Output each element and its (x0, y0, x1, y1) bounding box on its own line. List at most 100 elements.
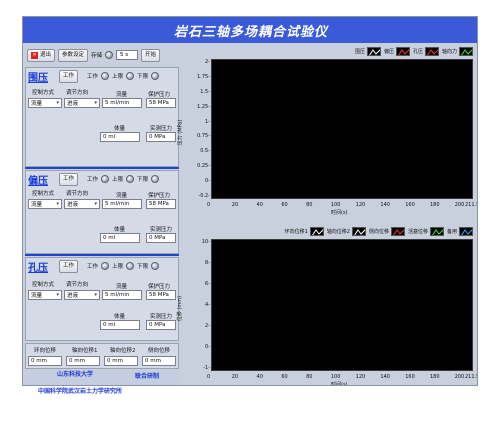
legend-swatch (459, 226, 473, 236)
left-control-column: ✕ 退出 参数设定 存储 5 s 开始 围压 工作 工作 上限 下限 控制方式 … (25, 45, 179, 385)
legend-item: 环向位移1 (284, 226, 324, 236)
legend-item: 围压 (355, 46, 381, 56)
chevron-down-icon: ▾ (94, 292, 97, 298)
legend-label: 轴向力 (441, 48, 457, 55)
interval-input[interactable]: 5 s (116, 50, 139, 60)
y-tick-label: 0.25- (197, 163, 210, 170)
y-tick-label: 0.5- (200, 148, 210, 155)
panel-confining: 围压 工作 工作 上限 下限 控制方式 调节方向 流量 保护压力 流量 ▾ 进液 ▾… (25, 67, 179, 167)
dir-value: 进液 (67, 101, 79, 107)
ctrl-mode-select[interactable]: 流量 ▾ (28, 98, 62, 108)
legend-item: 侧向位移 (368, 226, 405, 236)
ctrl-mode-label: 控制方式 (32, 191, 55, 197)
led-label: 下限 (137, 177, 149, 183)
flow-input[interactable]: 5 ml/min (102, 199, 142, 209)
ctrl-mode-select[interactable]: 流量 ▾ (28, 199, 62, 209)
legend-label: 侧向位移 (368, 228, 389, 235)
volume-label: 体量 (114, 227, 126, 233)
protect-input[interactable]: 58 MPa (146, 290, 176, 300)
flow-input[interactable]: 5 ml/min (102, 290, 142, 300)
flow-input[interactable]: 5 ml/min (102, 98, 142, 108)
panel-title: 围压 (28, 72, 48, 84)
led-label: 下限 (137, 264, 149, 270)
legend-item: 轴向位移2 (326, 226, 366, 236)
save-label: 存储 (91, 53, 103, 59)
x-tick-label: 120 (355, 202, 366, 208)
panel-header: 偏压 工作 工作 上限 下限 (28, 172, 160, 187)
disp-value-3: 0 mm (142, 356, 176, 366)
dir-select[interactable]: 进液 ▾ (64, 98, 100, 108)
work-led (101, 175, 110, 183)
x-tick-label: 40 (256, 374, 263, 380)
x-tick-label: 80 (306, 202, 313, 208)
dir-select[interactable]: 进液 ▾ (64, 199, 100, 209)
realp-label: 实测压力 (150, 314, 173, 320)
panel-header: 孔压 工作 工作 上限 下限 (28, 259, 160, 274)
save-toggle-led[interactable] (105, 51, 114, 59)
legend-swatch (424, 46, 439, 56)
panel-pore: 孔压 工作 工作 上限 下限 控制方式 调节方向 流量 保护压力 流量 ▾ 进液 ▾… (25, 257, 179, 341)
x-tick-label: 60 (281, 374, 288, 380)
legend-pressure: 围压 偏压 孔压 轴向力 (181, 45, 477, 57)
legend-label: 环向位移1 (284, 228, 308, 235)
flow-label: 流量 (116, 92, 128, 98)
volume-label: 体量 (114, 126, 126, 132)
work-button[interactable]: 工作 (59, 259, 79, 273)
disp-value-1: 0 mm (66, 356, 100, 366)
volume-display: 0 ml (100, 132, 140, 142)
exit-label: 退出 (40, 51, 52, 58)
legend-item: 活塞位移 (408, 226, 444, 236)
led-label: 上限 (112, 177, 124, 183)
legend-label: 备用 (446, 228, 457, 235)
x-tick-label: 120 (355, 374, 366, 380)
dir-label: 调节方向 (66, 191, 89, 197)
pressure-plot[interactable] (211, 59, 473, 199)
x-axis-label: 时间(s) (331, 382, 348, 386)
work-button[interactable]: 工作 (59, 69, 79, 83)
ctrl-mode-select[interactable]: 流量 ▾ (28, 290, 62, 300)
protect-input[interactable]: 58 MPa (146, 98, 176, 108)
y-tick-label: 0.75- (197, 133, 210, 140)
dir-select[interactable]: 进液 ▾ (64, 290, 100, 300)
exit-button[interactable]: ✕ 退出 (27, 48, 56, 62)
panel-divider (25, 167, 179, 169)
y-tick-label: 1.75- (197, 73, 210, 80)
ctrl-mode-value: 流量 (31, 101, 43, 107)
x-tick-label: 160 (405, 374, 415, 380)
params-button[interactable]: 参数设定 (58, 48, 89, 62)
ctrl-mode-value: 流量 (31, 293, 43, 299)
y-axis-label: 位移 (mm) (177, 295, 184, 322)
legend-swatch (351, 226, 366, 236)
work-button[interactable]: 工作 (59, 172, 79, 186)
protect-label: 保护压力 (148, 284, 171, 290)
led-label: 上限 (112, 74, 124, 80)
x-tick-label: 180 (429, 374, 440, 380)
disp-value-2: 0 mm (104, 356, 138, 366)
x-tick-label: 20 (231, 202, 239, 208)
legend-displacement: 环向位移1 轴向位移2 侧向位移 活塞位移 备用 (181, 225, 477, 237)
legend-swatch (429, 226, 444, 236)
panel-deviatoric: 偏压 工作 工作 上限 下限 控制方式 调节方向 流量 保护压力 流量 ▾ 进液 ▾… (25, 170, 179, 254)
volume-display: 0 ml (100, 320, 140, 330)
legend-item: 备用 (446, 226, 473, 236)
legend-label: 轴向位移2 (326, 228, 350, 235)
led-label: 工作 (87, 264, 99, 270)
disp-value-0: 0 mm (28, 356, 62, 366)
displacement-plot[interactable] (211, 239, 473, 371)
ctrl-mode-value: 流量 (31, 202, 43, 208)
dir-label: 调节方向 (66, 90, 89, 96)
org-univ: 山东科技大学 (57, 371, 94, 378)
ctrl-mode-label: 控制方式 (32, 282, 55, 288)
start-button[interactable]: 开始 (141, 48, 161, 62)
y-tick-label: 0- (205, 178, 210, 185)
y-tick-label: 6- (205, 281, 210, 287)
x-tick-label: 80 (306, 374, 313, 380)
protect-input[interactable]: 58 MPa (146, 199, 176, 209)
org-coop: 联合研制 (135, 373, 160, 380)
legend-swatch (390, 226, 405, 236)
x-tick-label: 0 (207, 374, 211, 380)
chevron-down-icon: ▾ (56, 292, 59, 298)
window-title: 岩石三轴多场耦合试验仪 (173, 24, 328, 40)
dir-value: 进液 (67, 293, 79, 299)
disp-label-0: 环向位移 (34, 348, 57, 354)
